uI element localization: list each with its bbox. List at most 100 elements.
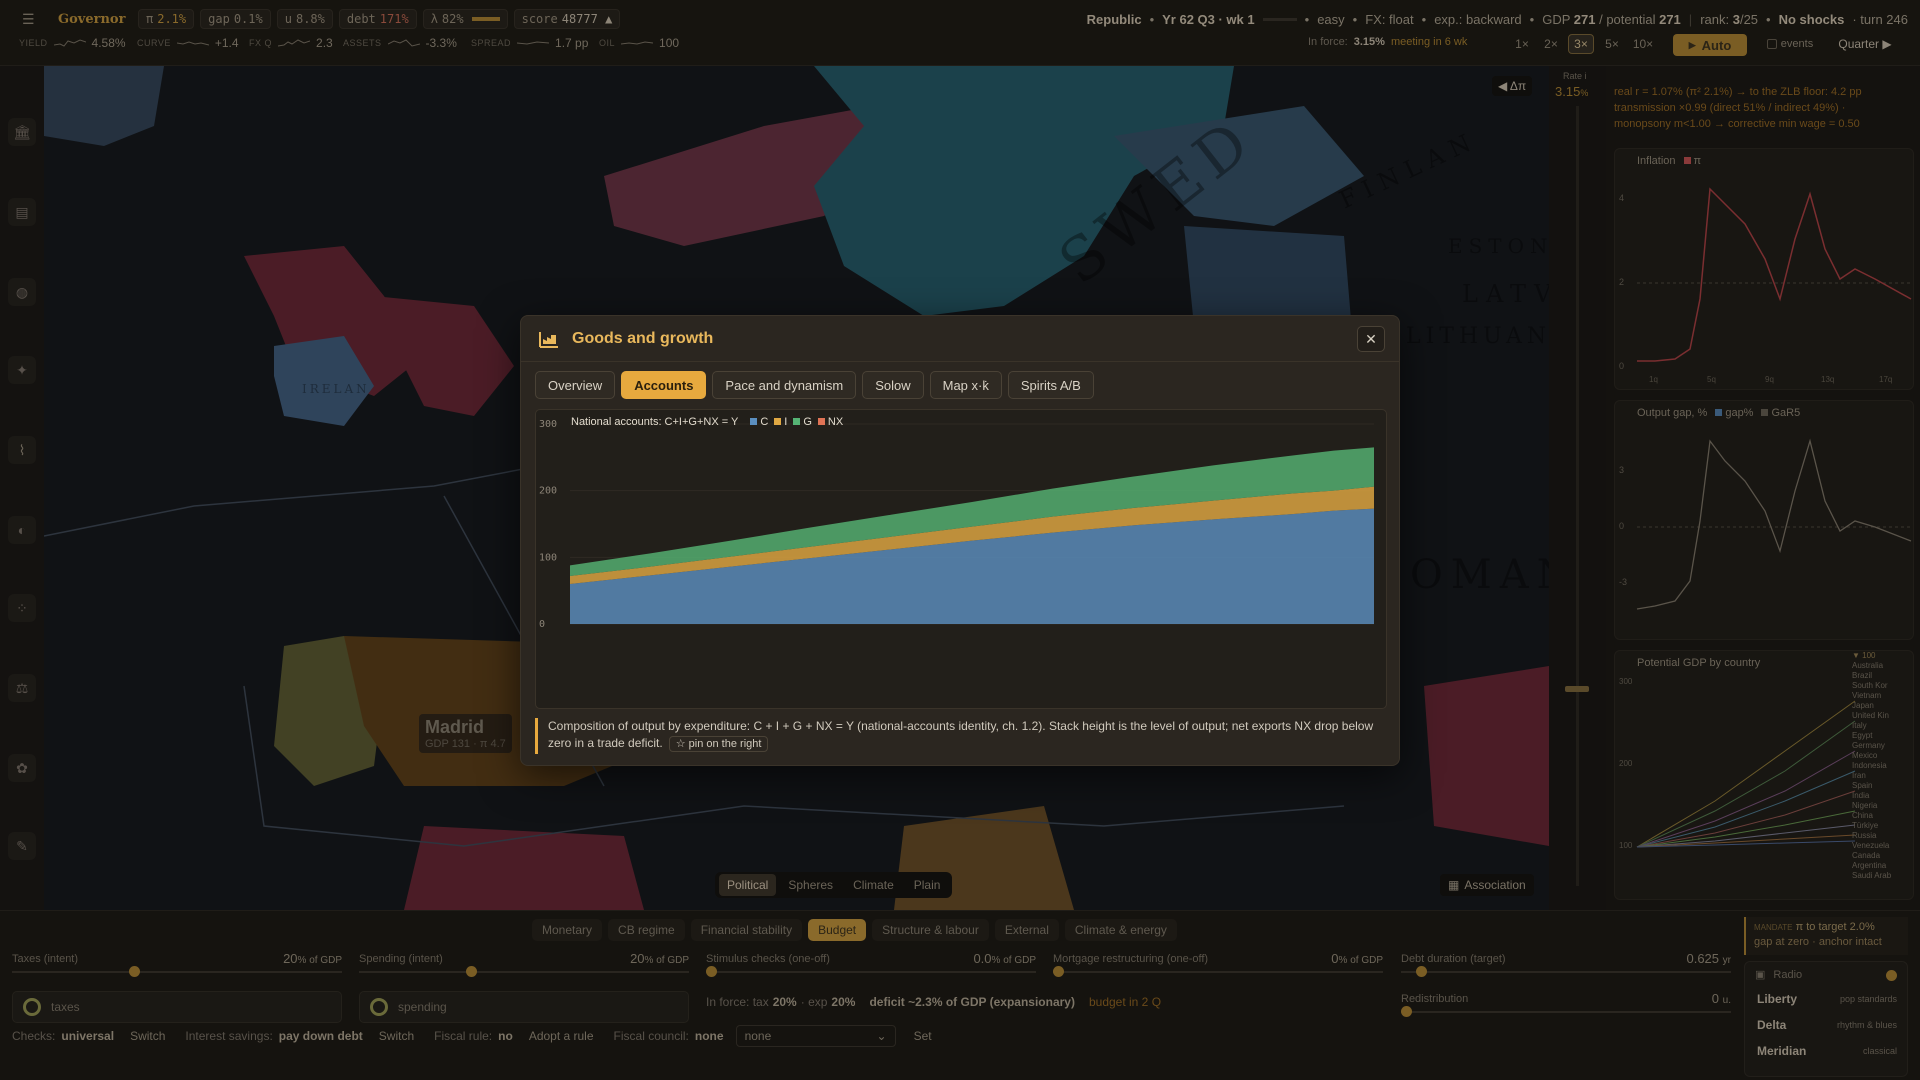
x-tick: 17q xyxy=(1879,375,1893,384)
association-button[interactable]: ▦ Association xyxy=(1440,874,1534,896)
country-item: Germany xyxy=(1852,741,1885,750)
taxes-toggle[interactable]: taxes xyxy=(12,991,342,1023)
events-checkbox[interactable] xyxy=(1766,39,1777,49)
pill-score: score 48777 ▲ xyxy=(513,9,621,29)
indicator-spread: SPREAD 1.7 pp xyxy=(471,36,589,50)
station-delta[interactable]: Delta rhythm & blues xyxy=(1751,1014,1903,1036)
scatter-icon[interactable]: ⁘ xyxy=(8,594,36,622)
station-liberty[interactable]: Liberty pop standards xyxy=(1751,988,1903,1010)
mortgage-slider[interactable]: Mortgage restructuring (one-off) 0% of G… xyxy=(1053,951,1383,977)
spending-slider[interactable]: Spending (intent) 20% of GDP xyxy=(359,951,689,977)
pin-button[interactable]: ☆ pin on the right xyxy=(668,736,769,752)
leaf-icon[interactable]: ✿ xyxy=(8,754,36,782)
checks-switch-button[interactable]: Switch xyxy=(130,1029,165,1043)
dialog-title: Goods and growth xyxy=(572,330,714,347)
notes-icon[interactable]: ✎ xyxy=(8,832,36,860)
chart-icon[interactable]: ⌇ xyxy=(8,436,36,464)
x-tick: 1q xyxy=(1649,375,1658,384)
interest-switch-button[interactable]: Switch xyxy=(379,1029,414,1043)
globe-icon[interactable]: ◐ xyxy=(8,516,36,544)
slider-knob[interactable] xyxy=(129,966,140,977)
council-select[interactable]: none ⌄ xyxy=(735,1025,896,1047)
country-item: China xyxy=(1852,811,1873,820)
map-mode-spheres[interactable]: Spheres xyxy=(780,874,841,896)
menu-icon[interactable]: ☰ xyxy=(22,11,35,28)
tab-budget[interactable]: Budget xyxy=(808,919,867,941)
set-button[interactable]: Set xyxy=(914,1029,932,1043)
factory-chart-icon xyxy=(539,332,558,348)
country-item: Saudi Arab xyxy=(1852,871,1892,880)
slider-knob[interactable] xyxy=(1053,966,1064,977)
national-accounts-chart: National accounts: C+I+G+NX = Y C I G NX… xyxy=(535,409,1387,709)
bank-icon[interactable]: 🏛 xyxy=(8,118,36,146)
rate-slider-handle[interactable] xyxy=(1565,686,1589,692)
tab-overview[interactable]: Overview xyxy=(535,371,616,399)
inflation-card: Inflation π 4 2 0 1q 5q 9q 13q 17q xyxy=(1614,148,1914,390)
mandate-box: MANDATE π to target 2.0% gap at zero · a… xyxy=(1744,917,1908,955)
ledger-icon[interactable]: ▤ xyxy=(8,198,36,226)
country-legend: ▼ 100 Australia Brazil South Kor Vietnam… xyxy=(1852,651,1916,881)
speed-10x[interactable]: 10× xyxy=(1628,34,1658,54)
slider-knob[interactable] xyxy=(1416,966,1427,977)
slider-knob[interactable] xyxy=(466,966,477,977)
goods-growth-dialog: Goods and growth ✕ Overview Accounts Pac… xyxy=(520,315,1400,766)
debt-duration-slider[interactable]: Debt duration (target) 0.625 yr xyxy=(1401,951,1731,977)
close-button[interactable]: ✕ xyxy=(1357,326,1385,352)
station-meridian[interactable]: Meridian classical xyxy=(1751,1040,1903,1062)
taxes-slider[interactable]: Taxes (intent) 20% of GDP xyxy=(12,951,342,977)
coins-icon[interactable]: ◍ xyxy=(8,278,36,306)
status-line: Republic • Yr 62 Q3 · wk 1 • easy • FX: fl… xyxy=(1086,11,1908,27)
events-toggle[interactable]: events xyxy=(1757,34,1823,54)
tab-monetary[interactable]: Monetary xyxy=(532,919,603,941)
bottom-controls: Checks: universal Switch Interest savings… xyxy=(12,1025,932,1047)
tab-accounts[interactable]: Accounts xyxy=(621,371,707,399)
map-mode-plain[interactable]: Plain xyxy=(906,874,949,896)
adopt-rule-button[interactable]: Adopt a rule xyxy=(529,1029,594,1043)
map-label-oman: OMAN xyxy=(1410,552,1549,598)
country-item: United Kin xyxy=(1852,711,1889,720)
spending-toggle[interactable]: spending xyxy=(359,991,689,1023)
period-progress xyxy=(1262,17,1297,21)
country-item: Iran xyxy=(1852,771,1866,780)
tab-solow[interactable]: Solow xyxy=(862,371,924,399)
slider-knob[interactable] xyxy=(1401,1006,1412,1017)
city-marker-madrid[interactable]: Madrid GDP 131 · π 4.7 xyxy=(419,714,512,753)
chart-legend: National accounts: C+I+G+NX = Y C I G NX xyxy=(571,416,843,428)
speed-3x[interactable]: 3× xyxy=(1568,34,1594,54)
redistribution-slider[interactable]: Redistribution 0 u. xyxy=(1401,991,1731,1017)
legend-item-nx: NX xyxy=(817,416,843,428)
delta-pi-button[interactable]: ◀ Δπ xyxy=(1492,76,1533,96)
speed-2x[interactable]: 2× xyxy=(1539,34,1563,54)
tab-climate-energy[interactable]: Climate & energy xyxy=(1064,919,1177,941)
pill-lambda: λ 82% xyxy=(422,9,508,29)
balance-icon[interactable]: ⚖ xyxy=(8,674,36,702)
x-tick: 9q xyxy=(1765,375,1774,384)
country-item: Indonesia xyxy=(1852,761,1887,770)
y-tick-label: 300 xyxy=(539,419,557,430)
left-rail: 🏛 ▤ ◍ ✦ ⌇ ◐ ⁘ ⚖ ✿ ✎ xyxy=(0,66,44,910)
radio-icon: ▣ xyxy=(1755,969,1766,981)
map-mode-political[interactable]: Political xyxy=(719,874,777,896)
tools-icon[interactable]: ✦ xyxy=(8,356,36,384)
tab-spirits[interactable]: Spirits A/B xyxy=(1007,371,1094,399)
stimulus-slider[interactable]: Stimulus checks (one-off) 0.0% of GDP xyxy=(706,951,1036,977)
legend-item-i: I xyxy=(774,416,787,428)
rate-slider-track[interactable] xyxy=(1576,106,1579,886)
tab-cb-regime[interactable]: CB regime xyxy=(608,919,685,941)
tab-map-xk[interactable]: Map x·k̇ xyxy=(929,371,1002,399)
country-item: Brazil xyxy=(1852,671,1873,680)
tab-structure-labour[interactable]: Structure & labour xyxy=(872,919,989,941)
tab-financial-stability[interactable]: Financial stability xyxy=(690,919,803,941)
tab-pace-dynamism[interactable]: Pace and dynamism xyxy=(712,371,857,399)
toggle-ring-icon xyxy=(23,998,41,1016)
slider-knob[interactable] xyxy=(706,966,717,977)
speed-1x[interactable]: 1× xyxy=(1510,34,1534,54)
auto-button[interactable]: ▶ Auto xyxy=(1673,34,1747,56)
speed-5x[interactable]: 5× xyxy=(1600,34,1624,54)
map-label-latvia: LATVI xyxy=(1462,280,1549,308)
country-item: Egypt xyxy=(1852,731,1873,740)
map-mode-climate[interactable]: Climate xyxy=(845,874,902,896)
quarter-button[interactable]: Quarter ▶ xyxy=(1829,34,1901,54)
tab-external[interactable]: External xyxy=(994,919,1059,941)
radio-power-toggle[interactable] xyxy=(1886,970,1897,981)
